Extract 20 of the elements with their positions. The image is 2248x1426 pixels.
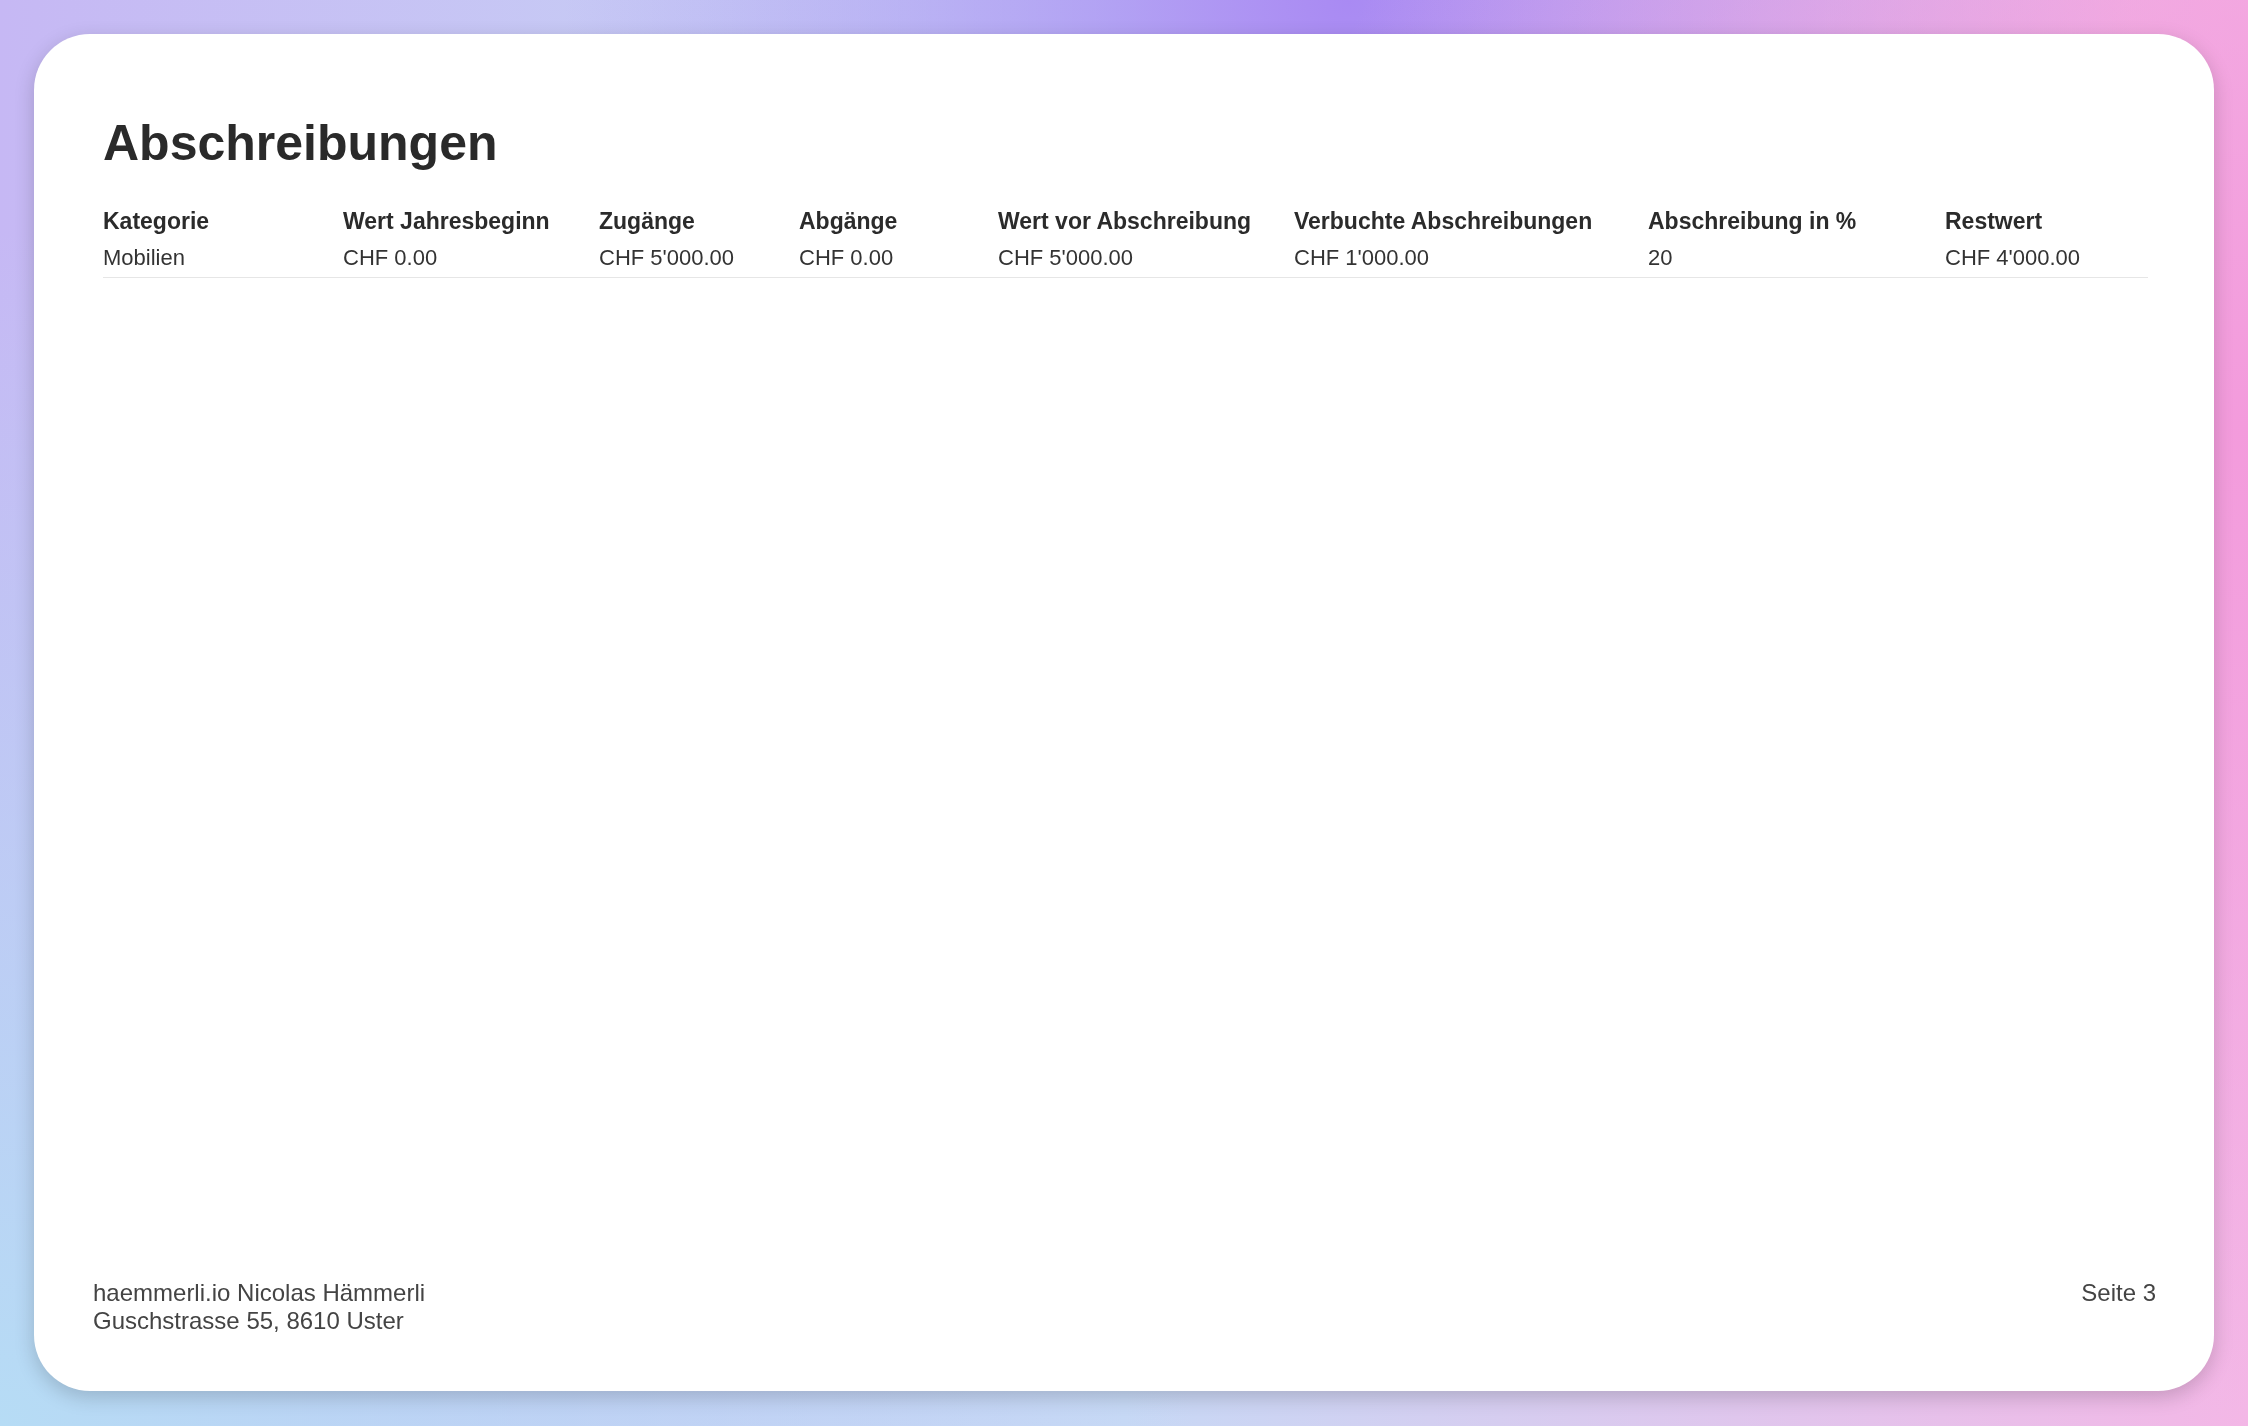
column-header: Zugänge: [599, 208, 696, 236]
footer-address: haemmerli.io Nicolas Hämmerli: [93, 1279, 426, 1307]
table-cell: CHF 1'000.00: [1294, 245, 1648, 278]
column-header: Abgänge: [799, 208, 899, 236]
table-cell: CHF 5'000.00: [998, 245, 1294, 278]
table-cell: CHF 0.00: [799, 245, 998, 278]
table-cell: Mobilien: [103, 245, 343, 278]
table-cell: CHF 0.00: [343, 245, 599, 278]
page-title: Abschreibungen: [103, 114, 499, 172]
column-header: Abschreibung in %: [1648, 208, 1858, 236]
page-number: Seite 3: [2081, 1279, 2156, 1307]
column-header: Wert Jahresbeginn: [343, 208, 551, 236]
column-header: Kategorie: [103, 208, 211, 236]
column-header: Wert vor Abschreibung: [998, 208, 1253, 236]
column-header: Restwert: [1945, 208, 2044, 236]
table-cell: CHF 4'000.00: [1945, 245, 2148, 278]
table-cell: 20: [1648, 245, 1945, 278]
footer-address: Guschstrasse 55, 8610 Uster: [93, 1307, 405, 1335]
column-header: Verbuchte Abschreibungen: [1294, 208, 1594, 236]
table-cell: CHF 5'000.00: [599, 245, 799, 278]
